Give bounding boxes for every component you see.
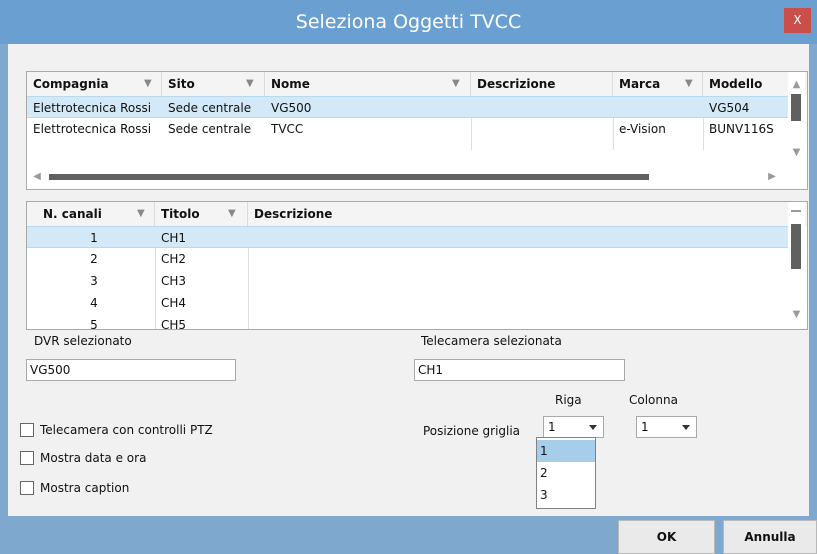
camera-field[interactable]: CH1	[414, 359, 625, 381]
table-cell: VG500	[271, 101, 312, 115]
table-cell: 5	[90, 318, 98, 330]
vertical-scrollbar[interactable]: ▲ ▼	[788, 72, 805, 167]
table-cell: CH4	[161, 296, 187, 310]
row-dropdown-value: 1	[548, 420, 556, 434]
filter-icon[interactable]: ▼	[137, 209, 147, 219]
table-row[interactable]: 2 CH2	[27, 248, 788, 270]
scrollbar-thumb[interactable]	[49, 174, 649, 180]
column-header-label: Modello	[709, 77, 763, 91]
dvr-grid: Compagnia ▼ Sito ▼ Nome ▼ Descrizione Marca…	[26, 71, 808, 190]
grid-position-label: Posizione griglia	[423, 424, 521, 438]
channel-grid: N. canali ▼ Titolo ▼ Descrizione 1 CH1 2 C…	[26, 201, 808, 330]
table-cell: TVCC	[271, 122, 304, 136]
title-bar: Seleziona Oggetti TVCC X	[0, 0, 817, 44]
filter-icon[interactable]: ▼	[246, 79, 256, 89]
table-row[interactable]: 1 CH1	[27, 226, 788, 248]
column-header-label: Descrizione	[254, 207, 333, 221]
table-cell: 2	[90, 252, 98, 266]
table-row[interactable]: 3 CH3	[27, 270, 788, 292]
channel-grid-header: N. canali ▼ Titolo ▼ Descrizione	[27, 202, 807, 226]
dvr-label: DVR selezionato	[34, 334, 132, 348]
filter-icon[interactable]: ▼	[685, 79, 695, 89]
cancel-button[interactable]: Annulla	[723, 520, 817, 554]
column-header-label: Titolo	[161, 207, 200, 221]
table-cell: e-Vision	[619, 122, 666, 136]
scrollbar-thumb[interactable]	[791, 224, 801, 269]
column-dropdown[interactable]: 1	[636, 416, 697, 438]
scroll-up-icon[interactable]: ▲	[788, 80, 805, 90]
column-header-label: Nome	[271, 77, 310, 91]
table-cell: Elettrotecnica Rossi	[33, 122, 152, 136]
column-header-sito[interactable]: Sito ▼	[162, 72, 265, 96]
table-cell: CH1	[161, 231, 187, 245]
table-cell: 3	[90, 274, 98, 288]
table-row[interactable]: 5 CH5	[27, 314, 788, 330]
table-cell: 1	[90, 231, 98, 245]
dvr-grid-header: Compagnia ▼ Sito ▼ Nome ▼ Descrizione Marca…	[27, 72, 807, 96]
table-cell	[471, 118, 613, 140]
filter-icon[interactable]: ▼	[228, 209, 238, 219]
column-header-label: Descrizione	[477, 77, 556, 91]
column-header-marca[interactable]: Marca ▼	[613, 72, 703, 96]
ptz-checkbox[interactable]	[20, 423, 34, 437]
chevron-down-icon	[589, 425, 597, 430]
table-cell: CH3	[161, 274, 187, 288]
column-header-label: Sito	[168, 77, 195, 91]
chevron-down-icon	[682, 425, 690, 430]
column-dropdown-value: 1	[641, 420, 649, 434]
ptz-label: Telecamera con controlli PTZ	[40, 423, 213, 437]
column-header-compagnia[interactable]: Compagnia ▼	[27, 72, 162, 96]
column-header-descrizione[interactable]: Descrizione	[471, 72, 613, 96]
window-title: Seleziona Oggetti TVCC	[295, 11, 522, 33]
caption-checkbox[interactable]	[20, 481, 34, 495]
datetime-label: Mostra data e ora	[40, 451, 147, 465]
datetime-checkbox[interactable]	[20, 451, 34, 465]
scroll-down-icon[interactable]: ▼	[788, 148, 805, 158]
row-label: Riga	[555, 393, 582, 407]
table-row[interactable]: Elettrotecnica Rossi Sede centrale TVCC …	[27, 118, 788, 140]
dropdown-option[interactable]: 3	[537, 484, 595, 506]
filter-icon[interactable]: ▼	[452, 79, 462, 89]
dropdown-option[interactable]: 1	[537, 440, 595, 462]
table-cell	[613, 97, 703, 119]
table-cell: CH2	[161, 252, 187, 266]
scroll-down-icon[interactable]: ▼	[788, 310, 805, 320]
scroll-right-icon[interactable]: ▶	[767, 172, 777, 182]
dropdown-option[interactable]: 2	[537, 462, 595, 484]
vertical-scrollbar[interactable]: ▼	[788, 202, 805, 329]
scroll-left-icon[interactable]: ◀	[32, 172, 42, 182]
table-cell: Sede centrale	[168, 101, 252, 115]
filter-icon[interactable]: ▼	[144, 79, 154, 89]
column-header-label: Marca	[619, 77, 661, 91]
table-row[interactable]: Elettrotecnica Rossi Sede centrale VG500…	[27, 96, 788, 118]
column-header-nome[interactable]: Nome ▼	[265, 72, 471, 96]
column-header-modello[interactable]: Modello	[703, 72, 783, 96]
column-header-titolo[interactable]: Titolo ▼	[155, 202, 248, 226]
table-cell: VG504	[709, 101, 750, 115]
column-label: Colonna	[629, 393, 678, 407]
column-header-label: N. canali	[43, 207, 102, 221]
table-cell: BUNV116S	[709, 122, 774, 136]
table-cell: Elettrotecnica Rossi	[33, 101, 152, 115]
dvr-field[interactable]: VG500	[26, 359, 236, 381]
column-header-label: Compagnia	[33, 77, 109, 91]
caption-label: Mostra caption	[40, 481, 130, 495]
scroll-top-marker	[791, 210, 801, 212]
row-dropdown[interactable]: 1	[543, 416, 604, 438]
table-cell	[471, 97, 613, 119]
row-dropdown-list: 1 2 3	[536, 437, 596, 509]
table-row[interactable]: 4 CH4	[27, 292, 788, 314]
column-header-canali[interactable]: N. canali ▼	[27, 202, 155, 226]
table-cell: CH5	[161, 318, 187, 330]
camera-label: Telecamera selezionata	[421, 334, 562, 348]
table-cell: 4	[90, 296, 98, 310]
scrollbar-thumb[interactable]	[791, 94, 801, 121]
close-button[interactable]: X	[784, 8, 811, 33]
column-header-descrizione[interactable]: Descrizione	[248, 202, 788, 226]
horizontal-scrollbar[interactable]: ◀ ▶	[27, 167, 788, 188]
table-cell: Sede centrale	[168, 122, 252, 136]
ok-button[interactable]: OK	[618, 520, 715, 554]
